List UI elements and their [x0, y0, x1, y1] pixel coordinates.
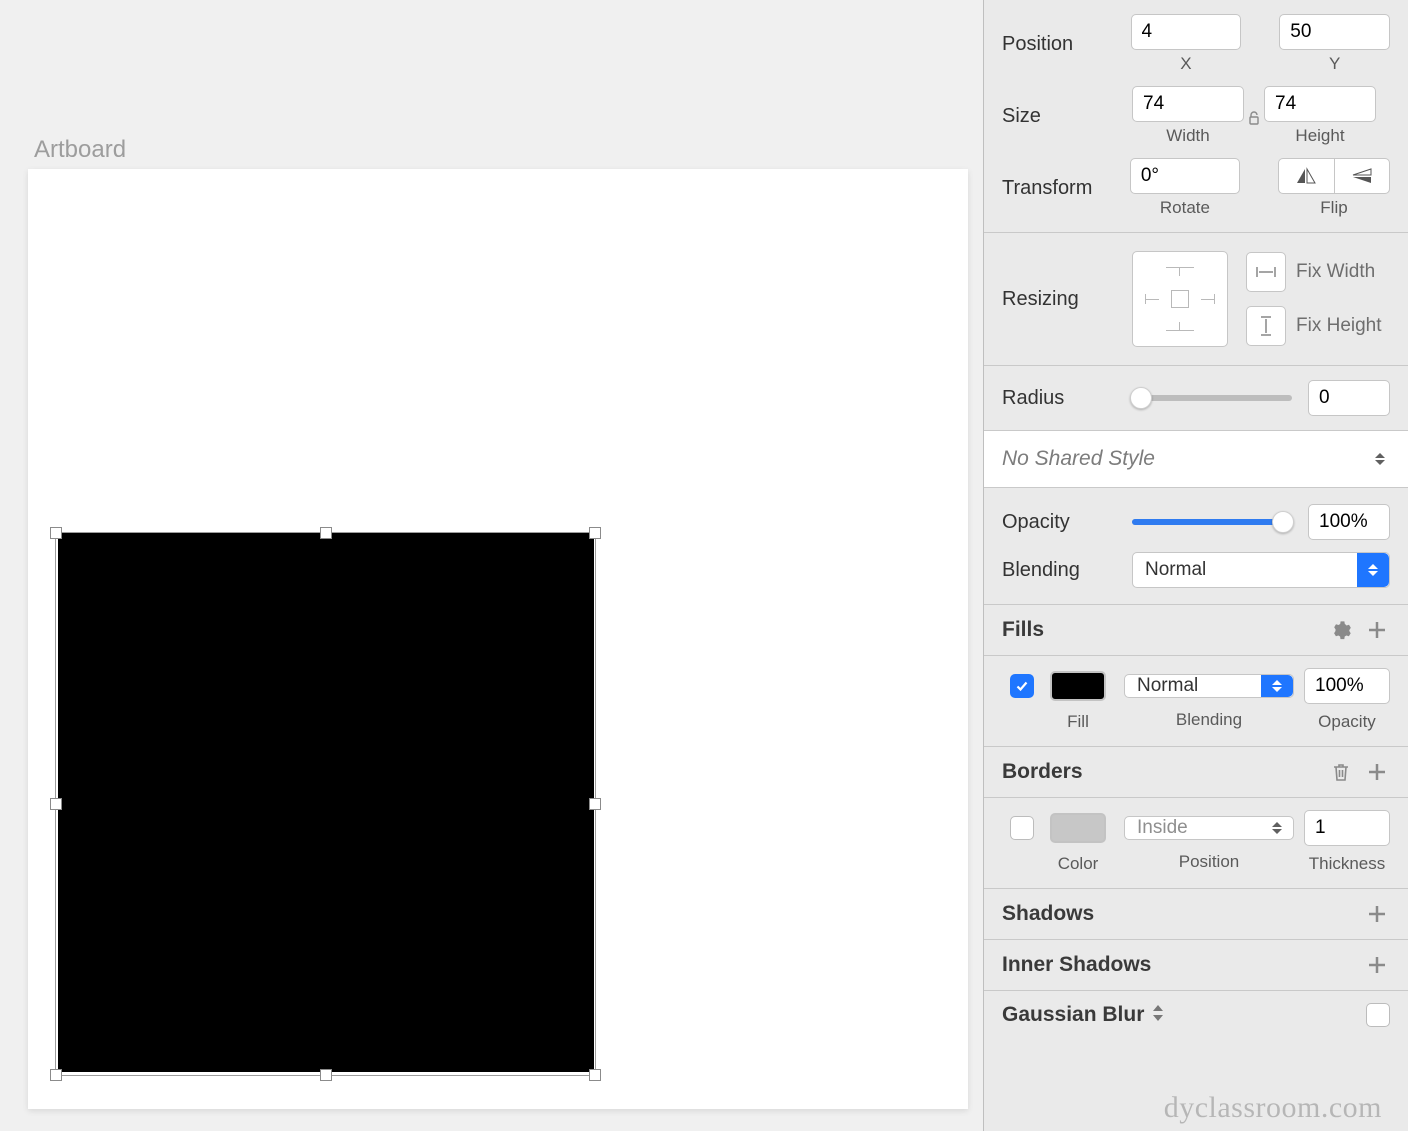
fill-blending-sublabel: Blending — [1124, 710, 1294, 730]
position-x-input[interactable] — [1131, 14, 1242, 50]
borders-trash-icon[interactable] — [1328, 759, 1354, 785]
border-color-sublabel: Color — [1042, 854, 1114, 874]
radius-slider[interactable] — [1132, 395, 1292, 401]
flip-horizontal-button[interactable] — [1279, 159, 1334, 193]
border-thickness-sublabel: Thickness — [1304, 854, 1390, 874]
position-x-sublabel: X — [1180, 54, 1191, 74]
fills-header: Fills — [984, 605, 1408, 655]
fix-width-button[interactable] — [1246, 252, 1286, 292]
fill-blending-dropdown[interactable]: Normal — [1124, 674, 1294, 698]
fills-gear-icon[interactable] — [1328, 617, 1354, 643]
radius-label: Radius — [1002, 387, 1132, 410]
inner-shadows-header: Inner Shadows — [984, 940, 1408, 990]
resizing-label: Resizing — [1002, 288, 1132, 311]
border-enabled-checkbox[interactable] — [1010, 816, 1034, 840]
flip-buttons — [1278, 158, 1390, 194]
shadows-header: Shadows — [984, 889, 1408, 939]
fill-opacity-input[interactable] — [1304, 668, 1390, 704]
gaussian-blur-checkbox[interactable] — [1366, 1003, 1390, 1027]
radius-input[interactable] — [1308, 380, 1390, 416]
canvas-area: Artboard — [0, 0, 984, 1131]
border-color-swatch[interactable] — [1050, 813, 1106, 843]
fill-color-swatch[interactable] — [1050, 671, 1106, 701]
opacity-slider[interactable] — [1132, 519, 1292, 525]
selected-rectangle[interactable] — [58, 532, 594, 1072]
shared-style-arrows-icon[interactable] — [1370, 447, 1390, 471]
fill-opacity-sublabel: Opacity — [1304, 712, 1390, 732]
size-height-input[interactable] — [1264, 86, 1376, 122]
shadows-add-icon[interactable] — [1364, 901, 1390, 927]
size-label: Size — [1002, 105, 1132, 128]
transform-label: Transform — [1002, 177, 1130, 200]
transform-flip-sublabel: Flip — [1320, 198, 1347, 218]
blending-dropdown[interactable]: Normal — [1132, 552, 1390, 588]
border-position-sublabel: Position — [1124, 852, 1294, 872]
borders-title: Borders — [1002, 760, 1083, 784]
blending-value: Normal — [1145, 559, 1206, 581]
borders-header: Borders — [984, 747, 1408, 797]
borders-add-icon[interactable] — [1364, 759, 1390, 785]
inner-shadows-add-icon[interactable] — [1364, 952, 1390, 978]
position-y-sublabel: Y — [1329, 54, 1340, 74]
fix-height-label: Fix Height — [1296, 315, 1382, 337]
size-width-input[interactable] — [1132, 86, 1244, 122]
inspector-panel: Position X Y Size Width Height Transform… — [984, 0, 1408, 1131]
artboard-label[interactable]: Artboard — [34, 136, 126, 164]
opacity-input[interactable] — [1308, 504, 1390, 540]
blending-label: Blending — [1002, 559, 1132, 582]
border-position-dropdown[interactable]: Inside — [1124, 816, 1294, 840]
gaussian-blur-header: Gaussian Blur — [984, 991, 1408, 1039]
position-y-input[interactable] — [1279, 14, 1390, 50]
position-label: Position — [1002, 33, 1131, 56]
inner-shadows-title: Inner Shadows — [1002, 953, 1151, 977]
opacity-label: Opacity — [1002, 511, 1132, 534]
fix-height-button[interactable] — [1246, 306, 1286, 346]
size-height-sublabel: Height — [1295, 126, 1344, 146]
gaussian-blur-title: Gaussian Blur — [1002, 1003, 1144, 1027]
border-position-value: Inside — [1137, 817, 1188, 839]
fill-enabled-checkbox[interactable] — [1010, 674, 1034, 698]
fills-title: Fills — [1002, 618, 1044, 642]
fix-width-label: Fix Width — [1296, 261, 1375, 283]
fill-blending-value: Normal — [1137, 675, 1198, 697]
lock-aspect-icon[interactable] — [1244, 102, 1264, 131]
resizing-diagram[interactable] — [1132, 251, 1228, 347]
gaussian-blur-arrows-icon[interactable] — [1152, 1003, 1164, 1027]
fill-fill-sublabel: Fill — [1042, 712, 1114, 732]
transform-rotate-input[interactable] — [1130, 158, 1240, 194]
shared-style-text[interactable]: No Shared Style — [1002, 447, 1370, 471]
fills-add-icon[interactable] — [1364, 617, 1390, 643]
border-thickness-input[interactable] — [1304, 810, 1390, 846]
shadows-title: Shadows — [1002, 902, 1094, 926]
artboard[interactable] — [28, 169, 968, 1109]
size-width-sublabel: Width — [1166, 126, 1209, 146]
flip-vertical-button[interactable] — [1334, 159, 1390, 193]
transform-rotate-sublabel: Rotate — [1160, 198, 1210, 218]
